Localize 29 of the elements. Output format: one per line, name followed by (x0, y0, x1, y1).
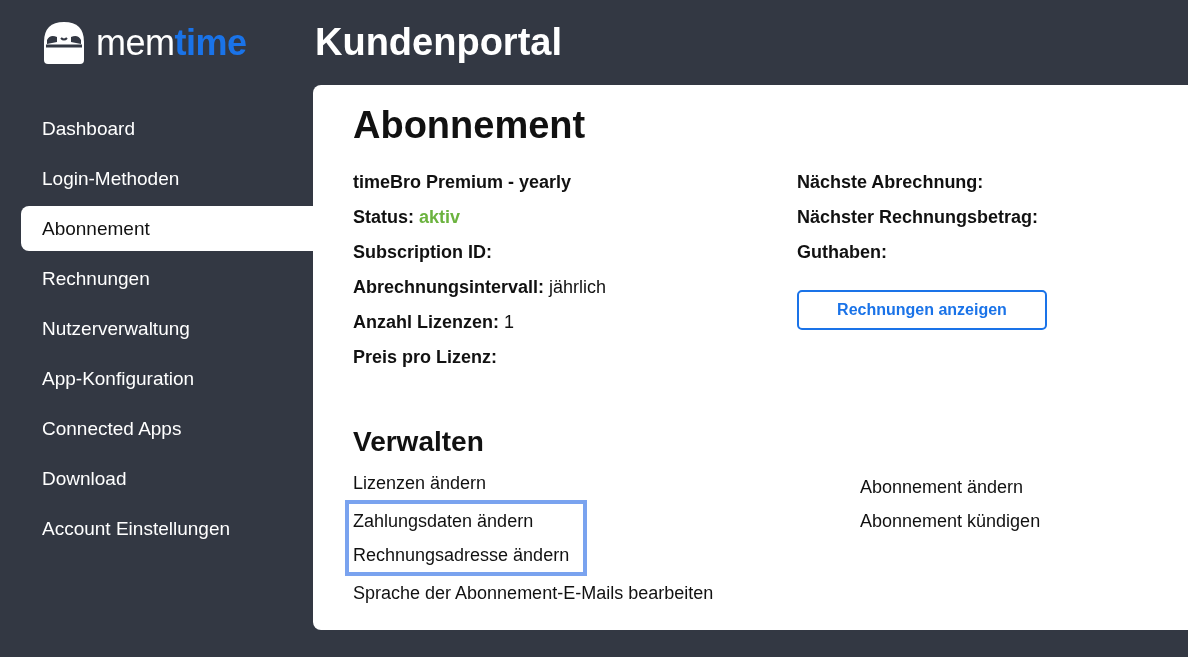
detail-text: Anzahl Lizenzen: 1 (353, 310, 516, 334)
manage-link[interactable]: Rechnungsadresse ändern (353, 538, 570, 573)
section-title: Abonnement (353, 105, 587, 147)
manage-link[interactable]: Lizenzen ändern (353, 466, 860, 501)
detail-text: Nächste Abrechnung: (797, 170, 985, 194)
sidebar-item[interactable]: Dashboard (21, 106, 313, 151)
sidebar-item[interactable]: Account Einstellungen (21, 506, 313, 551)
detail-text: Subscription ID: (353, 240, 493, 264)
detail-text: Preis pro Lizenz: (353, 345, 499, 369)
manage-link[interactable]: Sprache der Abonnement-E-Mails bearbeiten (353, 576, 860, 611)
sidebar-item[interactable]: Nutzerverwaltung (21, 306, 313, 351)
section-title: Verwalten (353, 424, 485, 459)
manage-link[interactable]: Zahlungsdaten ändern (353, 504, 570, 539)
page-title: Kundenportal (315, 20, 562, 65)
sidebar-item[interactable]: Abonnement (21, 206, 313, 251)
detail-text: Guthaben: (797, 240, 888, 264)
manage-link[interactable]: Abonnement kündigen (860, 504, 1041, 539)
detail-text: Abrechnungsintervall: jährlich (353, 275, 608, 299)
sidebar-item[interactable]: Rechnungen (21, 256, 313, 301)
invoices-button[interactable]: Rechnungen anzeigen (797, 289, 1047, 330)
sidebar-item[interactable]: App-Konfiguration (21, 356, 313, 401)
manage-link[interactable]: Abonnement ändern (860, 470, 1041, 505)
detail-text: timeBro Premium - yearly (353, 170, 573, 194)
detail-text: Nächster Rechnungsbetrag: (797, 205, 1040, 229)
sidebar-item[interactable]: Download (21, 456, 313, 501)
logo-text: memtime (96, 24, 247, 61)
detail-text: Status: aktiv (353, 205, 462, 229)
sidebar-item[interactable]: Login-Methoden (21, 156, 313, 201)
sidebar-item[interactable]: Connected Apps (21, 406, 313, 451)
